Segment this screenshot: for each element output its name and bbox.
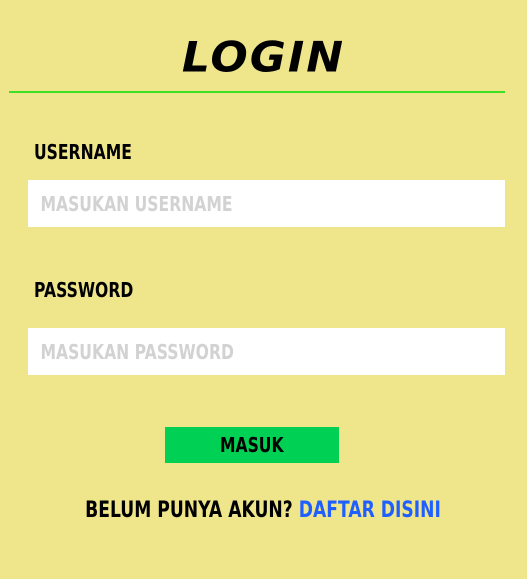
username-field-container	[28, 180, 505, 227]
masuk-button[interactable]: MASUK	[165, 427, 339, 463]
title-divider	[9, 91, 505, 93]
password-input[interactable]	[28, 328, 505, 375]
username-label: USERNAME	[34, 140, 132, 164]
register-link[interactable]: DAFTAR DISINI	[299, 498, 441, 523]
register-question: BELUM PUNYA AKUN?	[85, 498, 294, 523]
masuk-button-label: MASUK	[220, 433, 284, 457]
password-label: PASSWORD	[34, 278, 134, 302]
username-input[interactable]	[28, 180, 505, 227]
register-prompt: BELUM PUNYA AKUN? DAFTAR DISINI	[0, 498, 527, 525]
password-field-container	[28, 328, 505, 375]
page-title: LOGIN	[181, 33, 346, 82]
